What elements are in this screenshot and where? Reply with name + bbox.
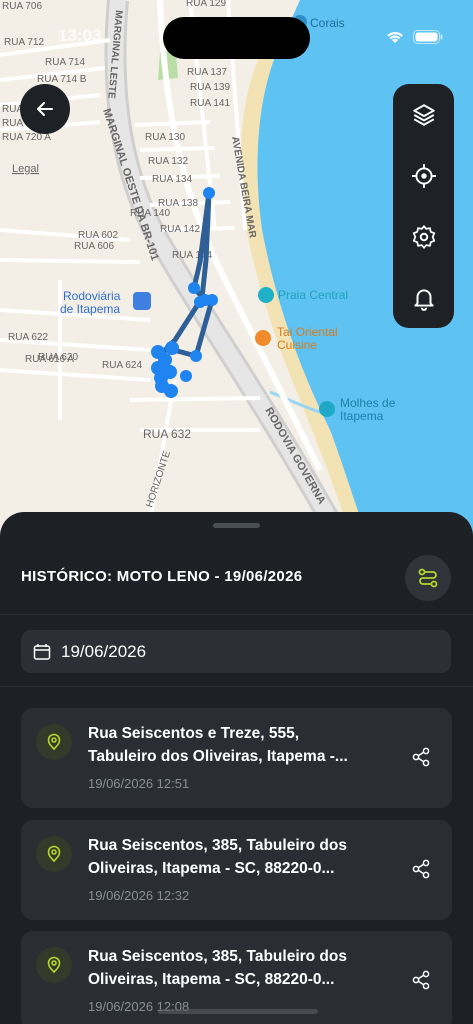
date-picker-field[interactable]: 19/06/2026: [21, 630, 451, 673]
back-button[interactable]: [20, 84, 70, 134]
map-pin-icon: [47, 733, 61, 751]
map-label: RUA 712: [4, 37, 44, 48]
bell-icon: [413, 288, 434, 311]
poi-label: Corais: [310, 16, 345, 30]
map-label: RUA 141: [190, 98, 230, 109]
history-entry-card[interactable]: Rua Seiscentos e Treze, 555, Tabuleiro d…: [21, 708, 452, 808]
beach-icon: [258, 287, 274, 303]
layers-icon: [412, 103, 435, 126]
locate-button[interactable]: [404, 156, 444, 196]
map-label: RUA 130: [145, 132, 185, 143]
map-label: RUA 606: [74, 241, 114, 252]
entry-address: Rua Seiscentos e Treze, 555, Tabuleiro d…: [88, 722, 388, 768]
poi-label: Cuisine: [277, 338, 317, 352]
location-pin-badge: [36, 724, 72, 760]
status-icons: [385, 29, 443, 45]
poi-label: Tai Oriental: [277, 325, 338, 339]
map-label: RUA 602: [78, 230, 118, 241]
map-label: RUA 622: [8, 332, 48, 343]
crosshair-icon: [411, 163, 436, 188]
poi-label: Praia Central: [278, 288, 348, 302]
route-icon: [418, 568, 438, 588]
date-value: 19/06/2026: [61, 641, 147, 661]
map-label-legal[interactable]: Legal: [12, 163, 39, 175]
entry-address-line1: Rua Seiscentos, 385, Tabuleiro dos: [88, 948, 347, 965]
map-label: RUA 632: [143, 427, 191, 441]
entry-address-line2: Oliveiras, Itapema - SC, 88220-0...: [88, 971, 335, 988]
settings-button[interactable]: [404, 217, 444, 257]
entry-timestamp: 19/06/2026 12:32: [88, 888, 190, 903]
route-toggle-button[interactable]: [405, 555, 451, 601]
map-label: RUA 129: [186, 0, 226, 9]
history-entry-card[interactable]: Rua Seiscentos, 385, Tabuleiro dos Olive…: [21, 820, 452, 920]
restaurant-icon: [255, 330, 271, 346]
home-indicator: [158, 1009, 318, 1014]
dynamic-island: [163, 17, 310, 59]
map-pin-icon: [47, 845, 61, 863]
entry-address-line1: Rua Seiscentos, 385, Tabuleiro dos: [88, 837, 347, 854]
entry-timestamp: 19/06/2026 12:51: [88, 776, 190, 791]
location-pin-badge: [36, 947, 72, 983]
history-sheet: HISTÓRICO: MOTO LENO - 19/06/2026 19/06/…: [0, 512, 473, 1024]
map-label: RUA 142: [160, 224, 200, 235]
map-label: RUA 624: [102, 360, 142, 371]
poi-label: de Itapema: [60, 302, 120, 316]
entry-address-line1: Rua Seiscentos e Treze, 555,: [88, 725, 300, 742]
layers-button[interactable]: [404, 95, 444, 135]
map-label: RUA 134: [152, 174, 192, 185]
battery-icon: [413, 30, 443, 44]
map-label: RUA 132: [148, 156, 188, 167]
divider: [0, 614, 473, 615]
marina-icon: [319, 401, 335, 417]
share-icon[interactable]: [410, 746, 432, 768]
notifications-button[interactable]: [404, 278, 444, 318]
map-label: RUA 137: [187, 67, 227, 78]
map-label: RUA 616 A: [25, 354, 74, 365]
poi-label: Itapema: [340, 409, 384, 423]
share-icon[interactable]: [410, 969, 432, 991]
arrow-left-icon: [37, 102, 53, 116]
entry-address: Rua Seiscentos, 385, Tabuleiro dos Olive…: [88, 834, 388, 880]
status-time: 13:03: [58, 26, 102, 45]
wifi-icon: [387, 32, 403, 43]
sheet-title: HISTÓRICO: MOTO LENO - 19/06/2026: [21, 568, 303, 585]
poi-label: Molhes de: [340, 396, 396, 410]
entry-address-line2: Oliveiras, Itapema - SC, 88220-0...: [88, 860, 335, 877]
map-label: RUA 714: [45, 57, 85, 68]
map-label: RUA 706: [2, 1, 42, 12]
gear-icon: [412, 224, 435, 249]
entry-address-line2: Tabuleiro dos Oliveiras, Itapema -...: [88, 748, 348, 765]
share-icon[interactable]: [410, 858, 432, 880]
location-pin-badge: [36, 836, 72, 872]
entry-address: Rua Seiscentos, 385, Tabuleiro dos Olive…: [88, 945, 388, 991]
bus-station-icon: [133, 292, 151, 310]
map-toolbar: [393, 84, 454, 328]
map-pin-icon: [47, 956, 61, 974]
poi-label: Rodoviária: [63, 289, 121, 303]
sheet-handle[interactable]: [213, 523, 260, 528]
map-label: RUA 139: [190, 82, 230, 93]
calendar-icon: [33, 643, 51, 660]
divider: [0, 686, 473, 687]
